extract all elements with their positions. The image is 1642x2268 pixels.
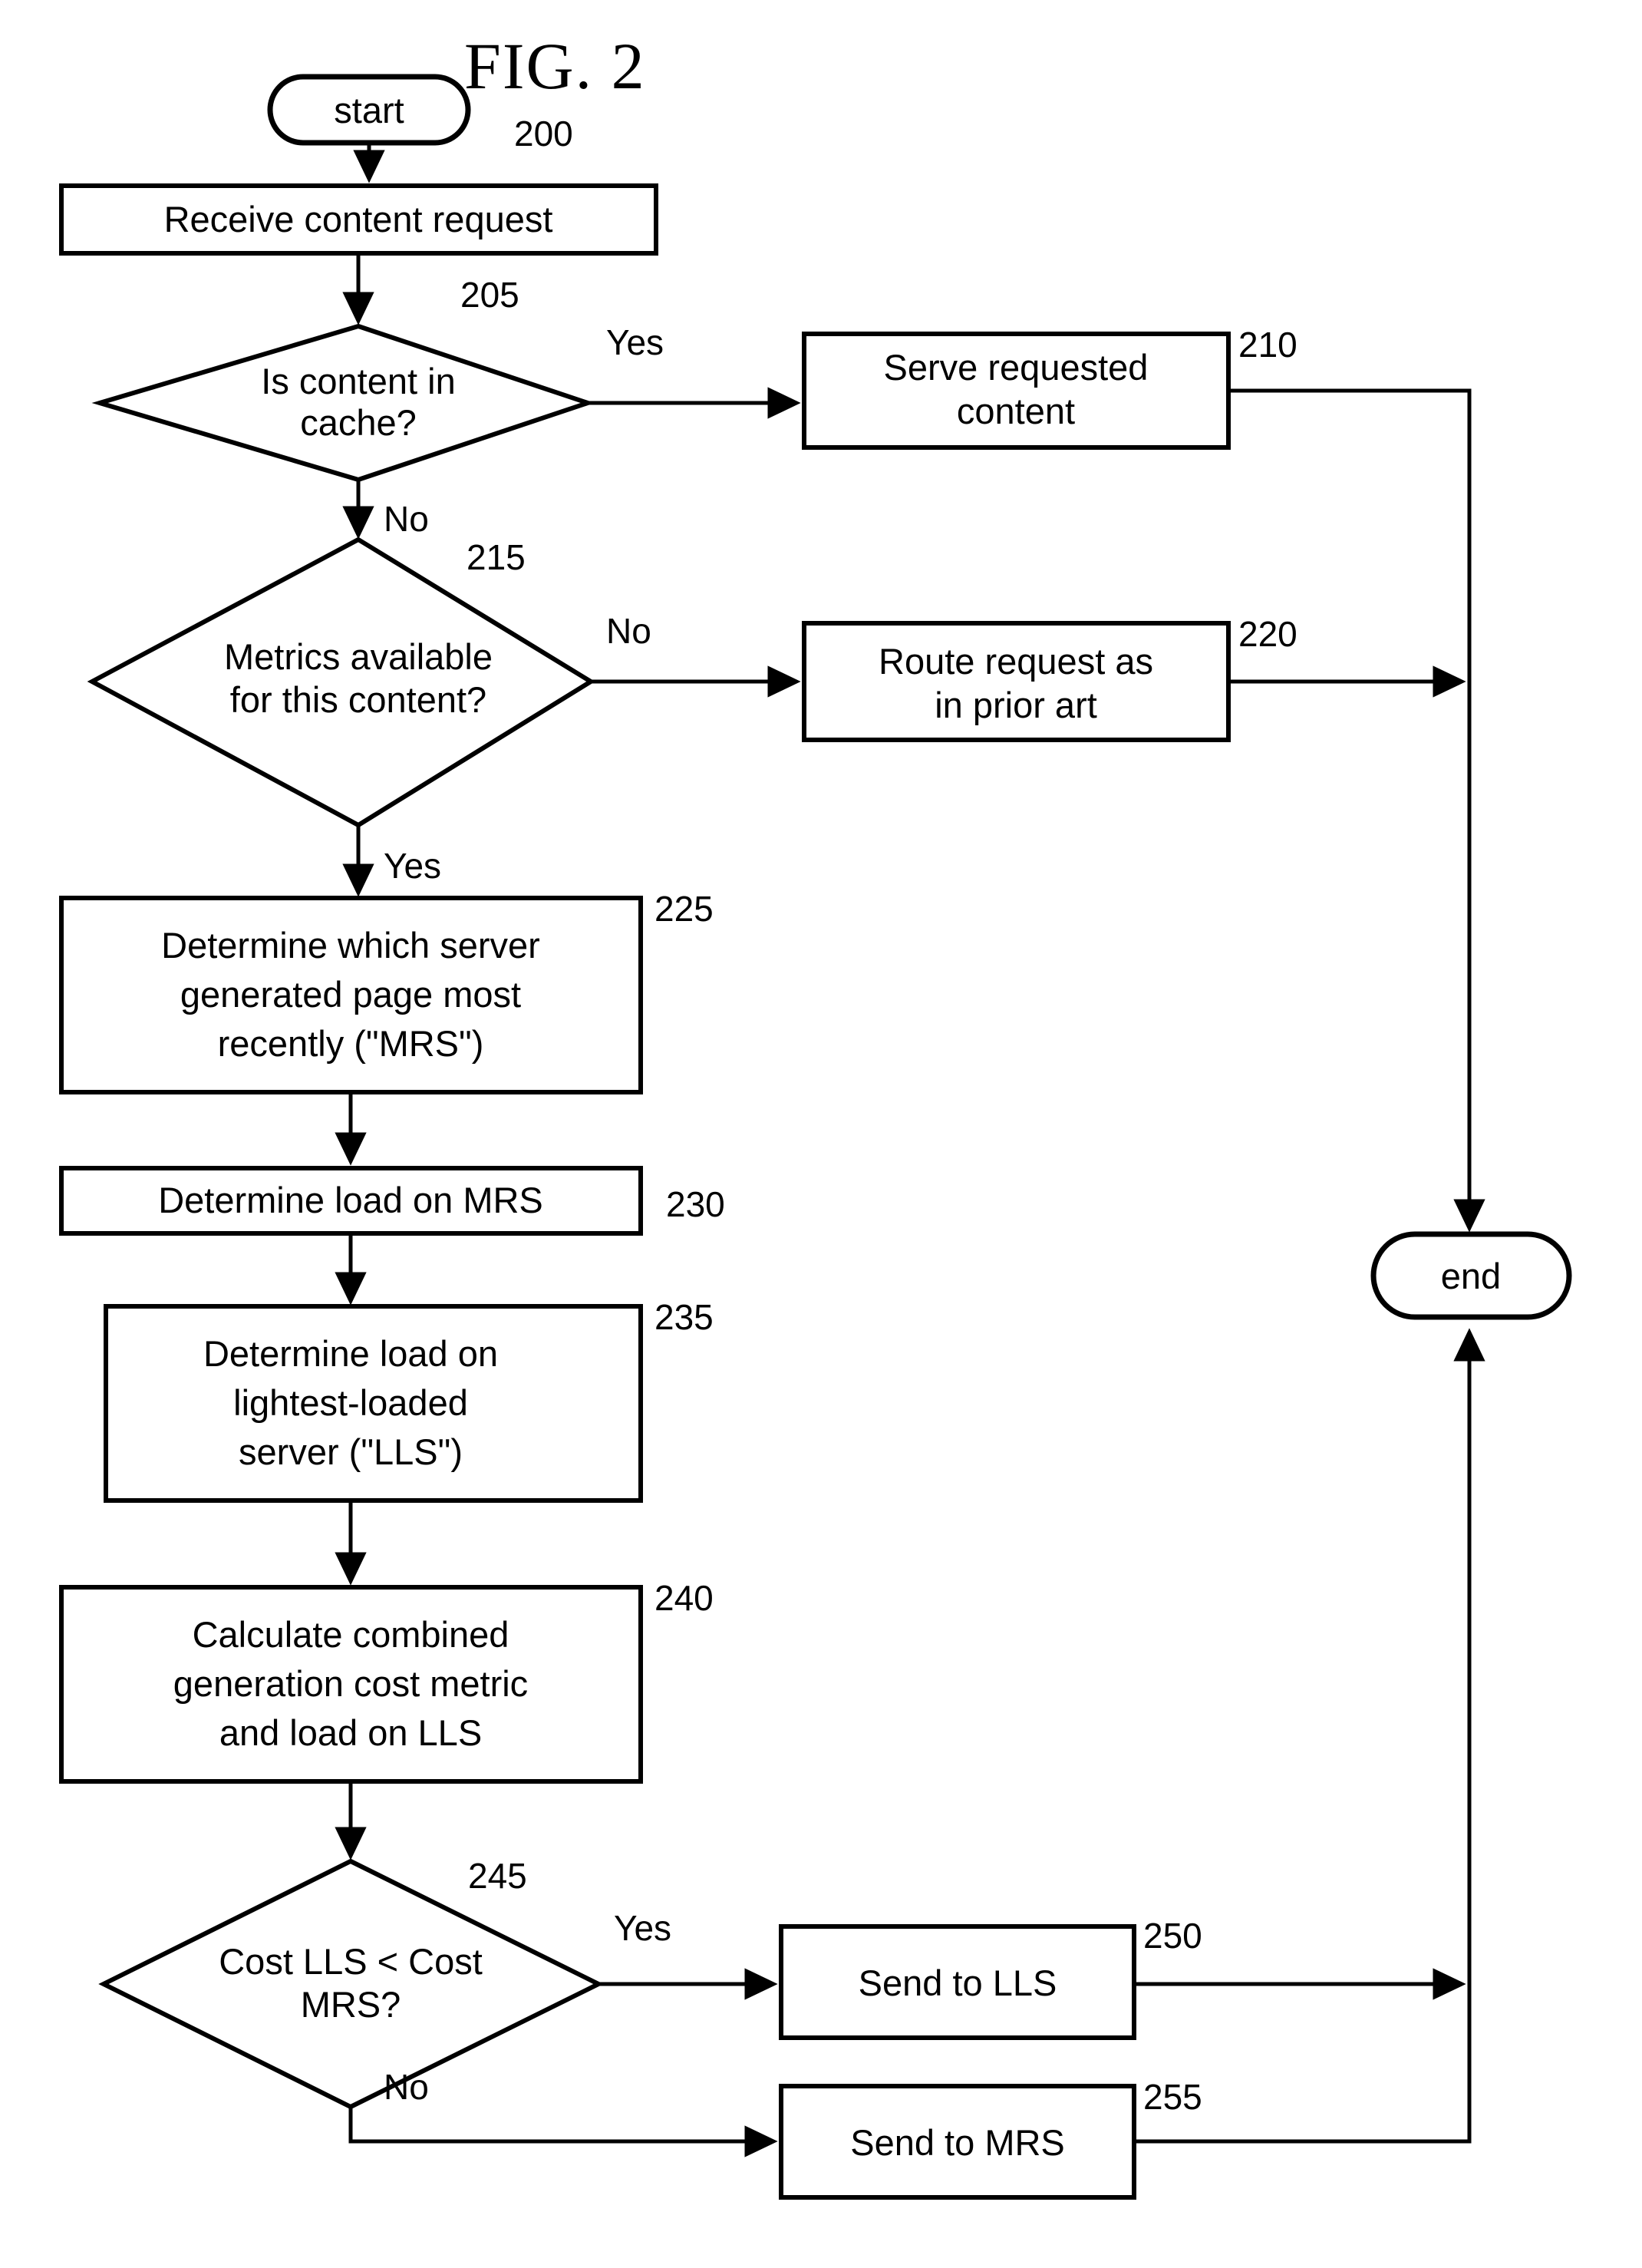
- figure-title: FIG. 2: [464, 29, 646, 103]
- route-request-prior-art-line1: Route request as: [879, 641, 1153, 682]
- cost-comparison-line2: MRS?: [301, 1984, 401, 2025]
- ref-220: 220: [1238, 614, 1297, 654]
- ref-215: 215: [467, 537, 526, 577]
- determine-mrs-line1: Determine which server: [161, 925, 540, 966]
- calculate-cost-line1: Calculate combined: [193, 1614, 509, 1655]
- receive-content-request-label: Receive content request: [164, 199, 553, 239]
- cost-comparison-line1: Cost LLS < Cost: [219, 1941, 483, 1982]
- is-content-in-cache-line2: cache?: [300, 402, 417, 443]
- branch-label-cache-yes: Yes: [606, 322, 664, 362]
- branch-label-metrics-yes: Yes: [384, 846, 441, 886]
- end-label: end: [1441, 1256, 1501, 1296]
- determine-load-lls-line1: Determine load on: [203, 1333, 498, 1374]
- start-label: start: [334, 90, 404, 130]
- ref-210: 210: [1238, 325, 1297, 365]
- metrics-available-line1: Metrics available: [224, 636, 493, 677]
- edge-serve-to-end-bus: [1228, 388, 1485, 1233]
- ref-205: 205: [460, 275, 519, 315]
- patent-figure-flowchart: FIG. 2 200 start Receive content request…: [0, 0, 1642, 2268]
- branch-label-metrics-no: No: [606, 611, 651, 651]
- branch-label-cost-no: No: [384, 2067, 429, 2107]
- branch-label-cache-no: No: [384, 499, 429, 539]
- is-content-in-cache-line1: Is content in: [261, 361, 455, 401]
- serve-requested-content-line2: content: [957, 391, 1075, 431]
- flowchart-canvas: FIG. 2 200 start Receive content request…: [59, 29, 1572, 2200]
- ref-245: 245: [468, 1856, 527, 1896]
- route-request-prior-art-line2: in prior art: [935, 685, 1097, 725]
- branch-label-cost-yes: Yes: [614, 1908, 671, 1948]
- serve-requested-content-line1: Serve requested: [884, 347, 1149, 388]
- send-to-lls-label: Send to LLS: [859, 1963, 1057, 2003]
- ref-240: 240: [654, 1578, 714, 1618]
- ref-255: 255: [1143, 2077, 1202, 2117]
- metrics-available-line2: for this content?: [230, 679, 486, 720]
- edge-cost-no-to-send-mrs: [348, 2107, 778, 2157]
- send-to-mrs-label: Send to MRS: [850, 2122, 1065, 2163]
- calculate-cost-line2: generation cost metric: [173, 1663, 528, 1704]
- determine-load-lls-line2: lightest-loaded: [233, 1382, 468, 1423]
- determine-load-mrs-label: Determine load on MRS: [158, 1180, 543, 1220]
- determine-load-lls-line3: server ("LLS"): [239, 1431, 463, 1472]
- ref-235: 235: [654, 1297, 714, 1337]
- edge-send-mrs-to-end-bus: [1134, 1328, 1485, 2144]
- ref-230: 230: [666, 1184, 725, 1224]
- ref-225: 225: [654, 889, 714, 929]
- determine-mrs-line3: recently ("MRS"): [218, 1023, 484, 1064]
- calculate-cost-line3: and load on LLS: [219, 1712, 482, 1753]
- diagram-reference-200: 200: [514, 114, 573, 154]
- ref-250: 250: [1143, 1916, 1202, 1956]
- determine-mrs-line2: generated page most: [180, 974, 521, 1015]
